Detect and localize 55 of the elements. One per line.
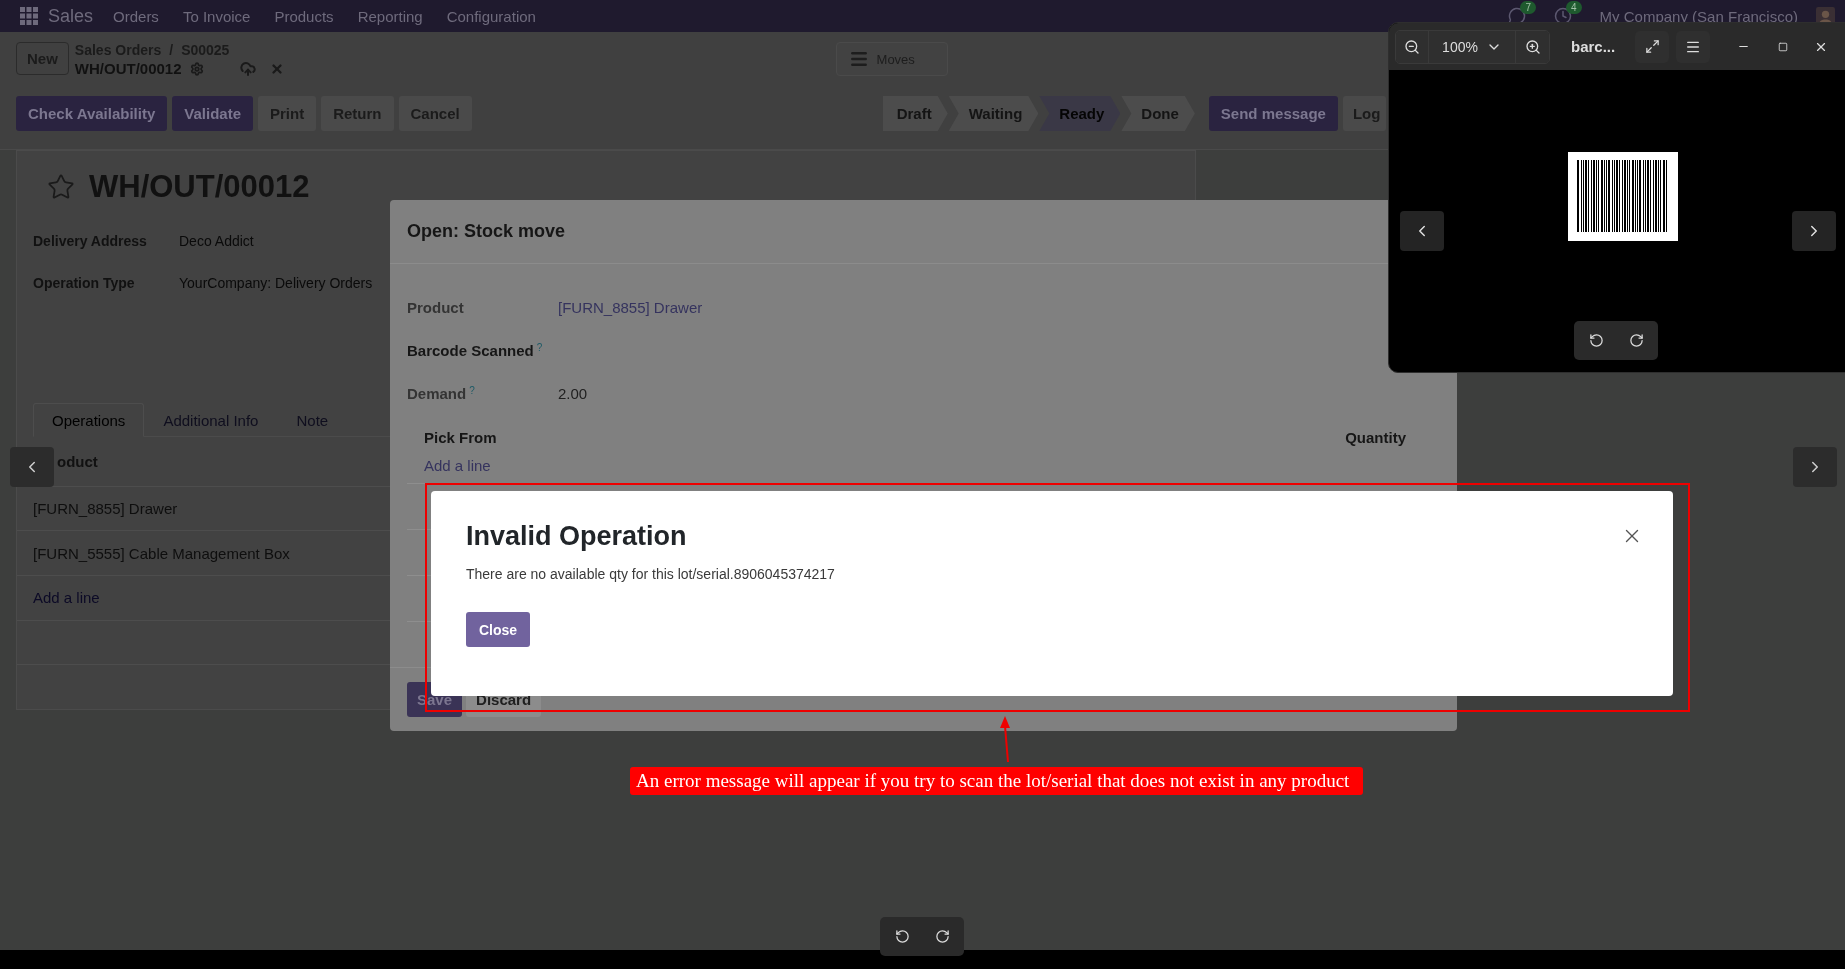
zoom-out-icon xyxy=(1404,38,1420,55)
field-value[interactable]: Deco Addict xyxy=(179,233,254,249)
menu-item[interactable]: Orders xyxy=(113,7,159,25)
cloud-upload-icon[interactable] xyxy=(239,60,256,77)
breadcrumb-separator: / xyxy=(169,42,174,58)
status-step[interactable]: Ready xyxy=(1039,96,1121,131)
column-header: Pick From xyxy=(424,429,497,446)
count-badge: 7 xyxy=(1520,0,1537,14)
field-label: Product xyxy=(407,299,464,317)
add-line-link[interactable]: Add a line xyxy=(33,589,100,607)
dialog-title: Invalid Operation xyxy=(466,521,687,552)
field-label: Demand xyxy=(407,385,467,403)
count-badge: 4 xyxy=(1566,0,1582,14)
zoom-level-dropdown[interactable]: 100% xyxy=(1429,30,1515,63)
help-mark[interactable]: ? xyxy=(536,342,543,354)
action-button[interactable]: Validate xyxy=(172,96,253,131)
expand-icon xyxy=(1644,39,1660,54)
rotate-left-icon xyxy=(894,929,910,944)
field-value: 2.00 xyxy=(558,385,588,403)
menu-item[interactable]: Reporting xyxy=(357,7,423,25)
clock-icon[interactable] xyxy=(1554,7,1573,25)
menu-item[interactable]: Products xyxy=(274,7,334,25)
add-line-link[interactable]: Add a line xyxy=(407,457,491,475)
maximize-icon xyxy=(1778,41,1789,52)
zoom-out-button[interactable] xyxy=(1396,30,1428,63)
settings-icon[interactable] xyxy=(189,61,204,76)
zoom-in-button[interactable] xyxy=(1516,30,1549,63)
app-name[interactable]: Sales xyxy=(48,5,94,27)
apps-grid-icon[interactable] xyxy=(20,7,38,25)
close-icon[interactable] xyxy=(269,61,284,76)
rotate-right-icon xyxy=(1628,333,1644,348)
action-button[interactable]: Check Availability xyxy=(16,96,168,131)
help-mark[interactable]: ? xyxy=(469,385,475,397)
tab[interactable]: Operations xyxy=(33,403,145,437)
list-icon xyxy=(848,49,869,69)
file-name: barc... xyxy=(1571,38,1616,55)
status-step[interactable]: Waiting xyxy=(948,96,1039,131)
fullscreen-button[interactable] xyxy=(1635,30,1670,63)
menu-button[interactable] xyxy=(1676,30,1711,63)
close-button[interactable]: Close xyxy=(466,612,530,647)
dialog-title: Open: Stock move xyxy=(407,221,566,243)
status-step[interactable]: Done xyxy=(1121,96,1195,131)
error-message: There are no available qty for this lot/serial.8906045374217 xyxy=(466,566,835,582)
menu-item[interactable]: Configuration xyxy=(446,7,536,25)
star-icon[interactable] xyxy=(47,173,75,201)
menu-item[interactable]: To Invoice xyxy=(182,7,251,25)
annotation-label: An error message will appear if you try to scan the lot/serial that does not exist in any product xyxy=(630,767,1364,795)
product-link[interactable]: [FURN_8855] Drawer xyxy=(558,299,703,317)
field-label: Barcode Scanned xyxy=(407,342,534,360)
column-header: Quantity xyxy=(1345,429,1406,446)
rotate-right-icon xyxy=(934,929,950,944)
zoom-in-icon xyxy=(1524,38,1541,55)
chatter-button[interactable]: Send message xyxy=(1208,96,1338,131)
status-step[interactable]: Draft xyxy=(882,96,948,131)
rotate-left-icon xyxy=(1588,333,1604,348)
